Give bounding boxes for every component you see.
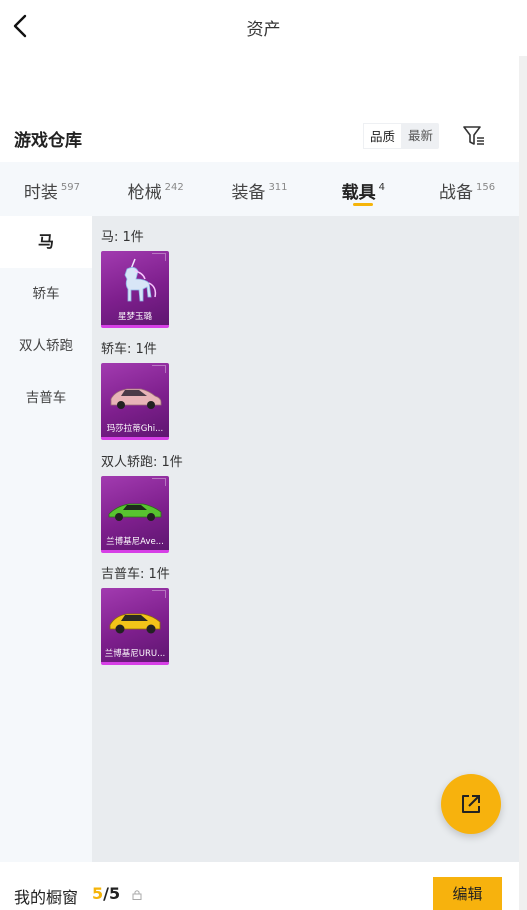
group-label: 双人轿跑: 1件	[101, 455, 183, 470]
group-label: 轿车: 1件	[101, 342, 157, 357]
tab-equipment[interactable]: 装备 311	[208, 162, 312, 216]
sort-by-quality[interactable]: 品质	[363, 123, 403, 149]
sub-category-nav: 马 轿车 双人轿跑 吉普车	[0, 216, 92, 862]
tab-firearms[interactable]: 枪械 242	[104, 162, 208, 216]
sort-toggle: 品质 最新	[363, 123, 440, 149]
item-name: 玛莎拉蒂Ghi...	[106, 424, 164, 434]
item-card[interactable]: 星梦玉璐	[101, 251, 169, 328]
side-item-coupe[interactable]: 双人轿跑	[0, 320, 92, 372]
item-card[interactable]: 玛莎拉蒂Ghi...	[101, 363, 169, 440]
item-card[interactable]: 兰博基尼Ave...	[101, 476, 169, 553]
share-icon	[462, 795, 480, 813]
share-button[interactable]	[441, 774, 501, 834]
scrollbar-track	[519, 56, 527, 910]
warehouse-title: 游戏仓库	[14, 131, 82, 151]
filter-icon[interactable]	[460, 122, 488, 150]
group-label: 马: 1件	[101, 230, 144, 245]
bottom-bar: 我的橱窗 5/5 编辑	[0, 862, 527, 910]
warehouse-header: 游戏仓库 品质 最新	[0, 118, 527, 156]
sort-by-newest[interactable]: 最新	[402, 123, 439, 149]
yellow-suv-image	[109, 613, 161, 634]
showcase-label: 我的橱窗	[14, 888, 79, 907]
edit-button[interactable]: 编辑	[433, 877, 502, 910]
page-title: 资产	[246, 20, 281, 40]
item-name: 兰博基尼Ave...	[106, 537, 164, 547]
active-tab-indicator	[353, 203, 374, 206]
side-item-sedan[interactable]: 轿车	[0, 268, 92, 320]
lock-icon	[132, 890, 142, 900]
side-item-horse[interactable]: 马	[0, 216, 92, 268]
showcase-count: 5/5	[92, 884, 121, 903]
item-list: 马: 1件 星梦玉璐 轿车: 1件 玛莎拉蒂Ghi... 双人轿跑: 1件 兰博…	[92, 216, 519, 862]
unicorn-image	[124, 258, 157, 302]
item-name: 星梦玉璐	[117, 312, 152, 322]
item-name: 兰博基尼URU...	[104, 649, 166, 659]
side-item-jeep[interactable]: 吉普车	[0, 372, 92, 424]
top-bar: 资产	[0, 0, 527, 56]
category-tabs: 时装 597 枪械 242 装备 311 载具 4 战备 156	[0, 162, 519, 216]
green-coupe-image	[108, 503, 162, 521]
tab-vehicles[interactable]: 载具 4	[311, 162, 415, 216]
pink-sedan-image	[110, 388, 162, 409]
item-card[interactable]: 兰博基尼URU...	[101, 588, 169, 665]
group-label: 吉普车: 1件	[101, 567, 170, 582]
tab-fashion[interactable]: 时装 597	[0, 162, 104, 216]
tab-combat-gear[interactable]: 战备 156	[415, 162, 519, 216]
